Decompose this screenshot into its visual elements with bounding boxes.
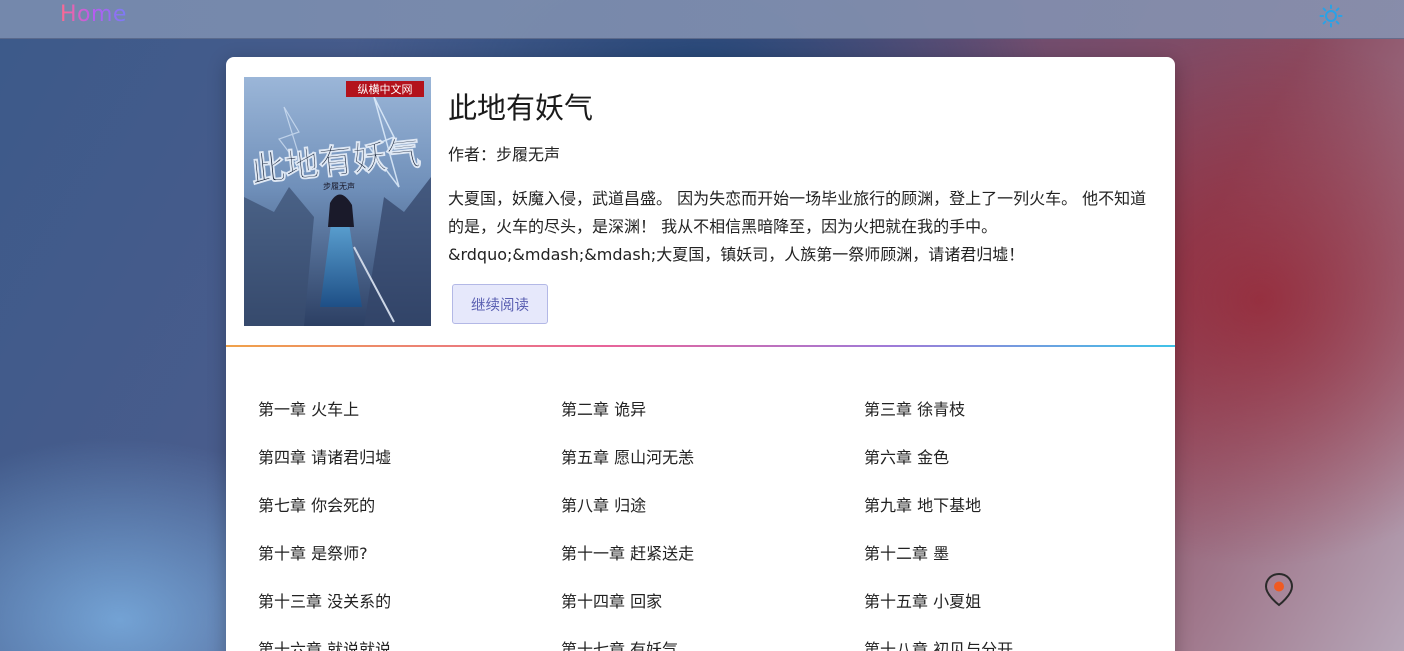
chapter-link[interactable]: 第十六章 就说就说 — [258, 626, 561, 651]
sun-icon[interactable] — [1319, 4, 1343, 28]
chapter-link[interactable]: 第九章 地下基地 — [864, 482, 1158, 530]
book-description: 大夏国，妖魔入侵，武道昌盛。 因为失恋而开始一场毕业旅行的顾渊，登上了一列火车。… — [448, 189, 1147, 264]
top-navbar: Home — [0, 0, 1404, 39]
chapter-link[interactable]: 第五章 愿山河无恙 — [561, 434, 864, 482]
book-cover-image[interactable]: 纵横中文网 此地有妖气 步履无声 — [244, 77, 431, 326]
chapter-link[interactable]: 第十四章 回家 — [561, 578, 864, 626]
chapter-link[interactable]: 第十七章 有妖气 — [561, 626, 864, 651]
home-logo-link[interactable]: Home — [60, 2, 127, 27]
continue-reading-button[interactable]: 继续阅读 — [452, 284, 548, 324]
chapter-link[interactable]: 第十三章 没关系的 — [258, 578, 561, 626]
chapter-link[interactable]: 第一章 火车上 — [258, 386, 561, 434]
book-detail-card: 纵横中文网 此地有妖气 步履无声 此地有妖气 作者：步履无声 大夏国，妖魔入侵，… — [226, 57, 1175, 651]
chapter-link[interactable]: 第三章 徐青枝 — [864, 386, 1158, 434]
chapter-link[interactable]: 第十二章 墨 — [864, 530, 1158, 578]
chapter-link[interactable]: 第十一章 赶紧送走 — [561, 530, 864, 578]
chapter-link[interactable]: 第十五章 小夏姐 — [864, 578, 1158, 626]
chapter-link[interactable]: 第八章 归途 — [561, 482, 864, 530]
cover-site-badge: 纵横中文网 — [358, 82, 413, 96]
chapter-link[interactable]: 第十八章 初见与分开 — [864, 626, 1158, 651]
chapter-link[interactable]: 第二章 诡异 — [561, 386, 864, 434]
chapter-link[interactable]: 第六章 金色 — [864, 434, 1158, 482]
book-title: 此地有妖气 — [448, 91, 594, 125]
chapter-link[interactable]: 第四章 请诸君归墟 — [258, 434, 561, 482]
location-pin-icon[interactable] — [1263, 572, 1295, 608]
chapter-link[interactable]: 第十章 是祭师? — [258, 530, 561, 578]
chapter-link[interactable]: 第七章 你会死的 — [258, 482, 561, 530]
chapter-list: 第一章 火车上 第二章 诡异 第三章 徐青枝 第四章 请诸君归墟 第五章 愿山河… — [258, 386, 1158, 651]
book-author: 作者：步履无声 — [448, 145, 561, 164]
cover-author: 步履无声 — [323, 181, 355, 191]
gradient-divider — [226, 345, 1175, 347]
